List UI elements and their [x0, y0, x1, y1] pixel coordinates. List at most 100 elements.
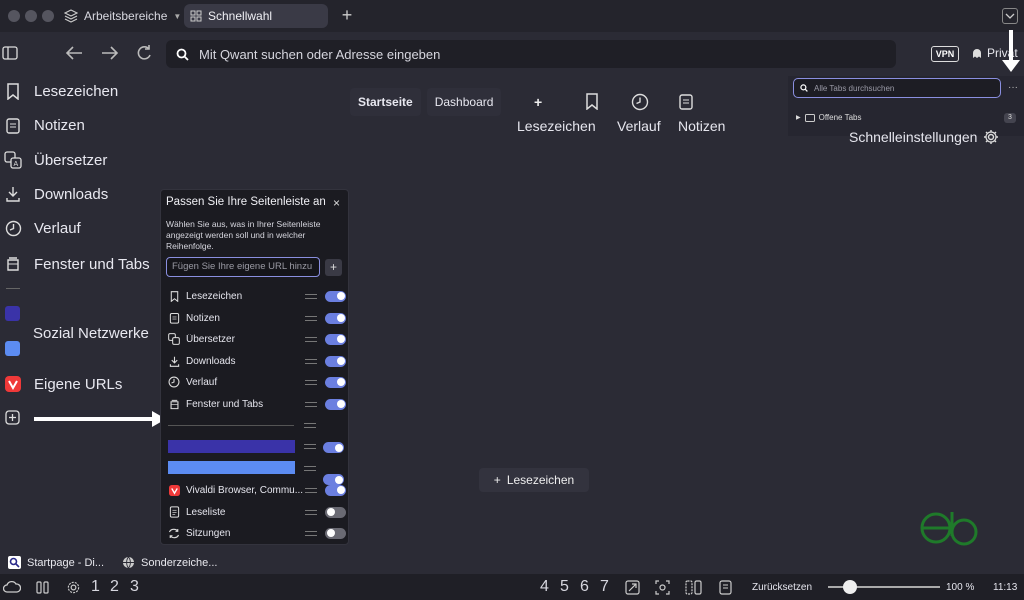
page-actions-icon[interactable] — [625, 580, 640, 595]
workspace-number-2[interactable]: 2 — [110, 578, 119, 596]
panel-row-downloads[interactable]: Downloads — [168, 352, 346, 370]
workspace-number-1[interactable]: 1 — [91, 578, 100, 596]
workspace-number-3[interactable]: 3 — [130, 578, 139, 596]
sidebar-item-bookmarks[interactable]: Lesezeichen — [4, 79, 118, 103]
watermark-logo — [918, 508, 984, 548]
sidebar-item-notes[interactable]: Notizen — [4, 113, 85, 137]
workspace-number-4[interactable]: 4 — [540, 578, 549, 596]
panel-toggle[interactable] — [325, 312, 346, 324]
back-arrow-icon[interactable] — [64, 44, 84, 62]
panel-toggle[interactable] — [325, 398, 346, 410]
drag-handle-icon[interactable] — [305, 487, 317, 493]
panel-row-notes[interactable]: Notizen — [168, 309, 346, 327]
panel-row-windows[interactable]: Fenster und Tabs — [168, 395, 346, 413]
drag-handle-icon[interactable] — [305, 358, 317, 364]
tab-schnellwahl[interactable]: Schnellwahl — [184, 4, 328, 28]
panel-toggle[interactable] — [325, 484, 346, 496]
forward-arrow-icon[interactable] — [100, 44, 120, 62]
tab-search-input[interactable]: Alle Tabs durchsuchen — [793, 78, 1001, 98]
workspace-number-6[interactable]: 6 — [580, 578, 589, 596]
startpage-favicon-icon — [8, 556, 21, 569]
panel-row-reading-list[interactable]: Leseliste — [168, 503, 346, 521]
drag-handle-icon[interactable] — [305, 401, 317, 407]
bookmark-startpage[interactable]: Startpage - Di... — [8, 556, 104, 569]
notes-icon[interactable] — [678, 93, 694, 110]
panel-row-bookmarks[interactable]: Lesezeichen — [168, 287, 346, 305]
new-tab-button[interactable]: + — [338, 6, 356, 24]
add-url-button[interactable]: + — [325, 259, 342, 276]
drag-handle-icon[interactable] — [305, 530, 317, 536]
tab-label: Schnellwahl — [208, 9, 273, 23]
address-bar[interactable]: Mit Qwant suchen oder Adresse eingeben — [166, 40, 896, 68]
close-icon[interactable]: × — [333, 196, 340, 210]
bookmark-icon[interactable] — [585, 93, 599, 110]
sidebar-web-panel-1[interactable] — [5, 306, 20, 321]
open-tabs-section[interactable]: ▶ Offene Tabs — [796, 113, 861, 122]
startpage-notes-label[interactable]: Notizen — [678, 118, 725, 134]
sidebar-web-panel-2[interactable] — [5, 341, 20, 356]
panel-layout-icon[interactable] — [36, 581, 50, 594]
drag-handle-icon[interactable] — [305, 293, 317, 299]
panel-toggle[interactable] — [325, 376, 346, 388]
startpage-bookmarks-label[interactable]: Lesezeichen — [517, 118, 596, 134]
open-tabs-count-badge: 3 — [1004, 113, 1016, 123]
panel-toggle[interactable] — [323, 442, 344, 453]
add-bookmark-button[interactable]: + Lesezeichen — [479, 468, 589, 492]
panel-row-translate[interactable]: Übersetzer — [168, 330, 346, 348]
zoom-window-button[interactable] — [42, 10, 54, 22]
panel-toggle[interactable] — [325, 290, 346, 302]
sidebar-item-custom-urls[interactable]: Eigene URLs — [4, 372, 122, 396]
bookmark-sonderzeichen[interactable]: Sonderzeiche... — [122, 556, 217, 569]
drag-handle-icon[interactable] — [304, 444, 316, 449]
sidebar-item-social[interactable]: Sozial Netzwerke — [33, 321, 149, 345]
custom-url-input[interactable]: Fügen Sie Ihre eigene URL hinzu — [166, 257, 320, 277]
drag-handle-icon[interactable] — [305, 315, 317, 321]
panel-toggle-icon[interactable] — [2, 45, 18, 61]
vpn-button[interactable]: VPN — [931, 46, 959, 62]
zoom-reset-button[interactable]: Zurücksetzen — [752, 582, 812, 593]
panel-toggle[interactable] — [325, 355, 346, 367]
tab-startseite[interactable]: Startseite — [350, 88, 421, 116]
panel-toggle[interactable] — [325, 527, 346, 539]
panel-row-vivaldi[interactable]: Vivaldi Browser, Commu... — [168, 481, 346, 499]
add-panel-icon[interactable] — [5, 410, 20, 425]
panel-toggle[interactable] — [325, 506, 346, 518]
more-options-icon[interactable]: ··· — [1008, 82, 1018, 93]
panel-row-label: Lesezeichen — [186, 290, 243, 302]
panel-row-label: Leseliste — [186, 506, 226, 518]
sync-cloud-icon[interactable] — [3, 580, 21, 593]
drag-handle-icon[interactable] — [305, 509, 317, 515]
drag-handle-icon[interactable] — [305, 336, 317, 342]
panel-row-history[interactable]: Verlauf — [168, 373, 346, 391]
sidebar-item-translate[interactable]: A Übersetzer — [4, 148, 107, 172]
workspace-number-5[interactable]: 5 — [560, 578, 569, 596]
layers-icon — [64, 9, 78, 23]
settings-gear-icon[interactable] — [66, 580, 81, 595]
sidebar-item-history[interactable]: Verlauf — [4, 216, 81, 240]
panel-row-sessions[interactable]: Sitzungen — [168, 524, 346, 542]
startpage-history-label[interactable]: Verlauf — [617, 118, 661, 134]
minimize-window-button[interactable] — [25, 10, 37, 22]
tab-dashboard[interactable]: Dashboard — [426, 88, 502, 116]
translate-icon: A — [4, 151, 22, 169]
drag-handle-icon[interactable] — [304, 423, 316, 428]
page-tiling-icon[interactable] — [718, 580, 733, 595]
workspace-number-7[interactable]: 7 — [600, 578, 609, 596]
tiling-icon[interactable] — [685, 580, 702, 595]
workspaces-button[interactable]: Arbeitsbereiche ▼ — [64, 6, 181, 26]
drag-handle-icon[interactable] — [305, 379, 317, 385]
tab-list-button[interactable] — [1002, 8, 1018, 24]
drag-handle-icon[interactable] — [304, 466, 316, 471]
translate-icon — [168, 333, 180, 345]
capture-icon[interactable] — [655, 580, 670, 595]
quick-settings-button[interactable]: Schnelleinstellungen — [849, 129, 999, 145]
sidebar-item-windows[interactable]: Fenster und Tabs — [4, 252, 150, 276]
panel-row-label: Fenster und Tabs — [186, 398, 264, 410]
panel-toggle[interactable] — [325, 333, 346, 345]
close-window-button[interactable] — [8, 10, 20, 22]
history-icon[interactable] — [631, 93, 649, 111]
separator-line — [168, 425, 294, 426]
sidebar-item-downloads[interactable]: Downloads — [4, 182, 108, 206]
plus-icon[interactable]: + — [534, 94, 542, 110]
reload-icon[interactable] — [135, 44, 153, 62]
